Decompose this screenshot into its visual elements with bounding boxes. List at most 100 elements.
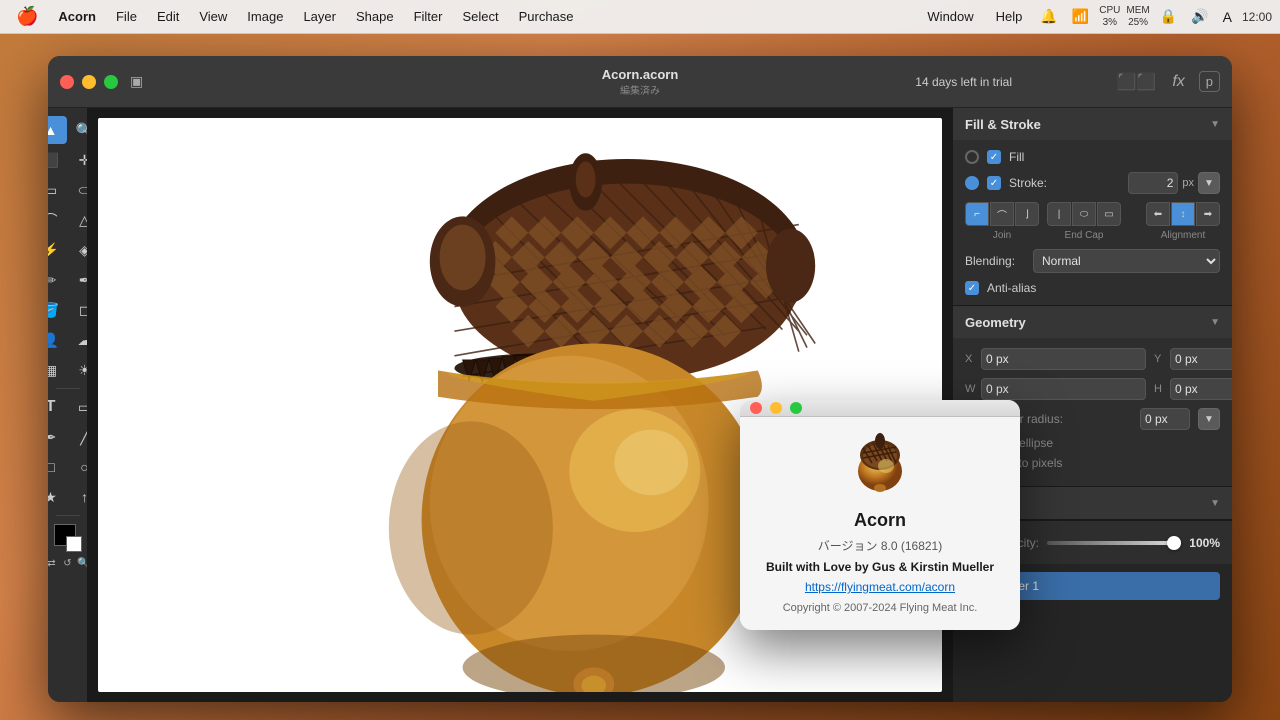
menu-file[interactable]: File (108, 7, 145, 26)
join-btn-2[interactable]: ⌒ (990, 202, 1014, 226)
pen-tool[interactable]: ✒ (48, 423, 67, 451)
dialog-credit: Built with Love by Gus & Kirstin Mueller (766, 560, 994, 574)
zoom-mini-button[interactable]: 🔍 (77, 556, 89, 570)
menu-select[interactable]: Select (454, 7, 506, 26)
w-input[interactable] (981, 378, 1146, 400)
menu-bar: 🍎 Acorn File Edit View Image Layer Shape… (0, 0, 1280, 34)
apple-menu[interactable]: 🍎 (8, 4, 46, 29)
dialog-min-button[interactable] (770, 402, 782, 414)
gradient-tool[interactable]: ▦ (48, 356, 67, 384)
antialias-checkbox[interactable]: ✓ (965, 281, 979, 295)
fill-radio[interactable] (965, 150, 979, 164)
background-color[interactable] (66, 536, 82, 552)
blending-select[interactable]: Normal Multiply Screen Overlay (1033, 249, 1220, 273)
brush-tool[interactable]: ✏ (48, 266, 67, 294)
menu-acorn[interactable]: Acorn (50, 7, 104, 26)
titlebar-tools: ⬛⬛ fx p (1114, 70, 1220, 94)
crop-tool[interactable]: ⬛ (48, 146, 67, 174)
minimize-button[interactable] (82, 75, 96, 89)
circle-tool[interactable]: ○ (69, 453, 89, 481)
reset-colors-button[interactable]: ↺ (61, 556, 75, 570)
fill-tool[interactable]: 🪣 (48, 296, 67, 324)
text-tool[interactable]: T (48, 393, 67, 421)
endcap-btn-3[interactable]: ▭ (1097, 202, 1121, 226)
smudge-tool[interactable]: ☁ (69, 326, 89, 354)
endcap-btn-1[interactable]: | (1047, 202, 1071, 226)
align-btn-1[interactable]: ⬅ (1146, 202, 1170, 226)
menu-help[interactable]: Help (988, 7, 1031, 26)
pencil-tool[interactable]: ✒ (69, 266, 89, 294)
join-btn-3[interactable]: ⌋ (1015, 202, 1039, 226)
input-method-icon[interactable]: A (1219, 9, 1236, 25)
dialog-max-button[interactable] (790, 402, 802, 414)
wifi-icon[interactable]: 📶 (1068, 8, 1093, 25)
swap-colors-button[interactable]: ⇄ (48, 556, 59, 570)
pointer-tool[interactable]: ▲ (48, 116, 67, 144)
lasso-tool[interactable]: ⌒ (48, 206, 67, 234)
x-label: X (965, 353, 977, 365)
maximize-button[interactable] (104, 75, 118, 89)
fill-checkbox[interactable]: ✓ (987, 150, 1001, 164)
star-tool[interactable]: ★ (48, 483, 67, 511)
y-coord: Y (1154, 348, 1232, 370)
h-input[interactable] (1170, 378, 1232, 400)
close-button[interactable] (60, 75, 74, 89)
rect-select-tool[interactable]: ▭ (48, 176, 67, 204)
menu-window[interactable]: Window (919, 7, 981, 26)
menu-layer[interactable]: Layer (295, 7, 344, 26)
rect-shape-tool[interactable]: ▭ (69, 393, 89, 421)
transform-tool[interactable]: ✛ (69, 146, 89, 174)
antialias-row: ✓ Anti-alias (965, 281, 1220, 295)
fx-button[interactable]: fx (1170, 71, 1186, 93)
dialog-app-name: Acorn (854, 510, 906, 531)
zoom-tool[interactable]: 🔍 (69, 116, 89, 144)
color-swatches[interactable] (54, 524, 82, 552)
speaker-icon[interactable]: 🔊 (1187, 8, 1212, 25)
p-button[interactable]: p (1199, 71, 1220, 92)
menu-edit[interactable]: Edit (149, 7, 187, 26)
align-btn-2[interactable]: ↕ (1171, 202, 1195, 226)
menu-view[interactable]: View (191, 7, 235, 26)
menu-image[interactable]: Image (239, 7, 291, 26)
align-btn-3[interactable]: ➡ (1196, 202, 1220, 226)
window-titlebar: ▣ Acorn.acorn 編集済み 14 days left in trial… (48, 56, 1232, 108)
geometry-header[interactable]: Geometry ▼ (953, 306, 1232, 338)
eraser-tool[interactable]: ◻ (69, 296, 89, 324)
corner-radius-dropdown[interactable]: ▼ (1198, 408, 1220, 430)
menu-purchase[interactable]: Purchase (511, 7, 582, 26)
dialog-app-icon (850, 433, 910, 498)
dialog-close-button[interactable] (750, 402, 762, 414)
tool-options-button[interactable]: ⬛⬛ (1114, 70, 1158, 94)
stroke-checkbox[interactable]: ✓ (987, 176, 1001, 190)
brightness-tool[interactable]: ☀ (69, 356, 89, 384)
menu-shape[interactable]: Shape (348, 7, 402, 26)
magic-wand-tool[interactable]: ⚡ (48, 236, 67, 264)
stroke-input[interactable] (1128, 172, 1178, 194)
dialog-link[interactable]: https://flyingmeat.com/acorn (805, 580, 955, 594)
blending-label: Blending: (965, 254, 1025, 268)
corner-radius-input[interactable] (1140, 408, 1190, 430)
clone-tool[interactable]: 👤 (48, 326, 67, 354)
color-select-tool[interactable]: ◈ (69, 236, 89, 264)
line-tool[interactable]: ╱ (69, 423, 89, 451)
arrow-tool[interactable]: ↑ (69, 483, 89, 511)
join-btn-1[interactable]: ⌐ (965, 202, 989, 226)
y-input[interactable] (1170, 348, 1232, 370)
stroke-unit-dropdown[interactable]: ▼ (1198, 172, 1220, 194)
sidebar-toggle-button[interactable]: ▣ (130, 73, 143, 90)
menu-filter[interactable]: Filter (406, 7, 451, 26)
poly-lasso-tool[interactable]: △ (69, 206, 89, 234)
stroke-radio[interactable] (965, 176, 979, 190)
stroke-unit: px (1182, 177, 1194, 189)
fill-stroke-header[interactable]: Fill & Stroke ▼ (953, 108, 1232, 140)
wifi-status-icon[interactable]: 🔒 (1156, 8, 1181, 25)
h-label: H (1154, 383, 1166, 395)
x-input[interactable] (981, 348, 1146, 370)
opacity-slider[interactable] (1047, 541, 1181, 545)
notification-icon[interactable]: 🔔 (1036, 8, 1061, 25)
w-label: W (965, 383, 977, 395)
alignment-group: ⬅ ↕ ➡ Alignment (1146, 202, 1220, 241)
square-tool[interactable]: □ (48, 453, 67, 481)
ellipse-select-tool[interactable]: ⬭ (69, 176, 89, 204)
endcap-btn-2[interactable]: ⬭ (1072, 202, 1096, 226)
